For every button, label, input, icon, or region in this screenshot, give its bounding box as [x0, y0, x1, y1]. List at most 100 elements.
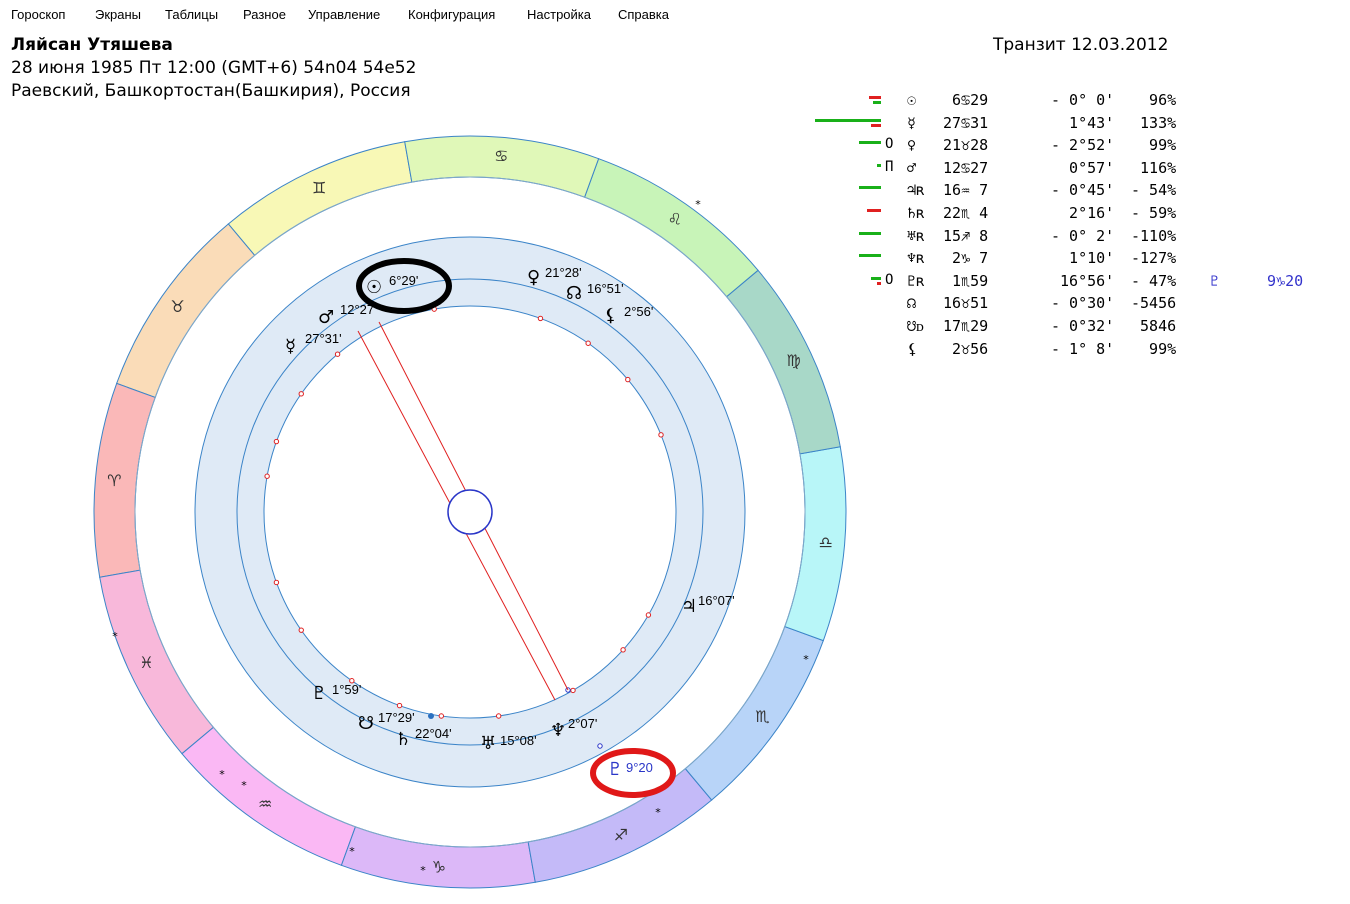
aspect-orb: - 2°52' [1051, 136, 1115, 155]
natal-planet-tick [537, 315, 544, 322]
planet-position: 12♋27 [943, 158, 989, 177]
aspect-row[interactable]: ⚸ 2♉56 - 1° 8' 99% [815, 339, 1335, 361]
zodiac-sign-label: ♊ [312, 178, 326, 197]
wheel-planet-degree: 16°51' [587, 281, 624, 296]
zodiac-sign-label: ♓ [139, 653, 153, 672]
strength-bars [815, 158, 885, 180]
wheel-planet-glyph: ♂ [318, 307, 334, 328]
planet-glyph: ♃ʀ [907, 181, 926, 200]
aspect-orb: 1°10' [1051, 249, 1115, 268]
wheel-planet-glyph: ♇ [311, 683, 327, 704]
planet-glyph: ☋ᴅ [907, 317, 924, 335]
strength-bars [815, 180, 885, 202]
wheel-planet-glyph: ♆ [550, 720, 566, 741]
wheel-planet-degree: 2°07' [568, 716, 597, 731]
aspect-row[interactable]: ☉ 6♋29 - 0° 0' 96% [815, 90, 1335, 112]
strength-bars [815, 293, 885, 315]
wheel-planet-degree: 22°04' [415, 726, 452, 741]
aspect-row[interactable]: ♆ʀ 2♑ 7 1°10' -127% [815, 248, 1335, 270]
aspect-row[interactable]: ☿ 27♋31 1°43' 133% [815, 113, 1335, 135]
red-bar [871, 123, 881, 127]
zodiac-segment [784, 446, 847, 642]
transit-tick [597, 743, 603, 749]
natal-planet-tick [438, 713, 445, 719]
natal-planet-tick [334, 351, 341, 357]
aspect-row[interactable]: Π ♂ 12♋27 0°57' 116% [815, 158, 1335, 180]
wheel-planet-degree: 21°28' [545, 265, 582, 280]
aspect-row[interactable]: ☊ 16♉51 - 0°30' -5456 [815, 293, 1335, 315]
zodiac-sign-label: ♐ [614, 826, 628, 845]
wheel-planet-degree: 15°08' [500, 733, 537, 748]
wheel-planet-degree: 2°56' [624, 304, 653, 319]
strength-bars [815, 135, 885, 157]
green-bar [873, 101, 881, 104]
strength-bars [815, 203, 885, 225]
planet-position: 16♒ 7 [943, 181, 989, 200]
planet-position: 16♉51 [943, 294, 989, 313]
natal-planet-tick [620, 647, 626, 653]
aspect-percent: 5846 [1131, 317, 1177, 335]
aspect-row[interactable]: ♅ʀ 15♐ 8 - 0° 2' -110% [815, 226, 1335, 248]
wheel-planet-glyph: ♃ [681, 596, 697, 617]
aspect-orb: - 0° 2' [1051, 226, 1115, 245]
red-bar [869, 96, 881, 99]
green-bar [859, 231, 881, 235]
aspect-orb: 2°16' [1051, 204, 1115, 222]
aspect-orb: - 0°45' [1051, 181, 1115, 200]
transit-planet-glyph: ♇ [1210, 271, 1220, 290]
aspect-row[interactable]: O ♇ʀ 1♏59 16°56' - 47% ♇ 9♑20 [815, 271, 1335, 293]
wheel-planet-glyph: ☊ [566, 283, 582, 304]
aspect-percent: - 59% [1131, 204, 1177, 222]
wheel-planet-degree: 6°29' [389, 273, 418, 288]
natal-planet-tick [625, 376, 631, 383]
planet-glyph: ♆ʀ [907, 249, 926, 268]
wheel-planet-degree: 1°59' [332, 682, 361, 697]
aspect-percent: -5456 [1131, 294, 1177, 313]
zodiac-sign-label: ♉ [170, 297, 184, 316]
zodiac-sign-label: ♒ [258, 794, 272, 813]
zodiac-sign-label: ♑ [432, 858, 446, 877]
planet-glyph: ☊ [907, 294, 917, 313]
green-bar [859, 141, 881, 145]
center-circle [447, 489, 493, 535]
aspect-row[interactable]: ☋ᴅ 17♏29 - 0°32' 5846 [815, 316, 1335, 338]
planet-position: 22♏ 4 [943, 204, 989, 222]
row-mark: O [885, 271, 894, 288]
natal-planet-tick [298, 627, 304, 633]
green-bar [859, 254, 881, 258]
wheel-planet-glyph: ☋ [358, 713, 374, 734]
natal-planet-tick [273, 579, 280, 586]
natal-planet-tick [585, 340, 591, 346]
planet-glyph: ♄ʀ [907, 204, 926, 222]
aspect-percent: 133% [1131, 113, 1177, 132]
aspect-orb: - 0° 0' [1051, 91, 1115, 109]
aspect-row[interactable]: O ♀ 21♉28 - 2°52' 99% [815, 135, 1335, 157]
green-bar [871, 276, 881, 280]
row-mark: O [885, 136, 894, 153]
aspect-percent: 99% [1131, 339, 1177, 358]
wheel-planet-glyph: ♄ [395, 729, 411, 750]
zodiac-sign-label: ♈ [107, 471, 121, 490]
aspect-star: * [219, 768, 225, 781]
strength-bars [815, 113, 885, 135]
strength-bars [815, 248, 885, 270]
green-bar [815, 118, 881, 122]
planet-position: 17♏29 [943, 317, 989, 335]
planet-glyph: ☉ [907, 91, 917, 109]
planet-glyph: ♇ʀ [907, 271, 926, 290]
natal-planet-tick [658, 432, 664, 438]
zodiac-segment [227, 141, 413, 257]
natal-planet-tick [570, 687, 576, 694]
natal-planet-tick [298, 391, 304, 397]
aspect-row[interactable]: ♄ʀ 22♏ 4 2°16' - 59% [815, 203, 1335, 225]
red-bar [877, 281, 881, 285]
wheel-planet-glyph: ♀ [527, 267, 540, 288]
aspect-orb: - 0°32' [1051, 317, 1115, 335]
wheel-planet-glyph: ♇ [607, 759, 623, 780]
aspect-star: * [349, 845, 355, 858]
zodiac-segment [99, 569, 215, 755]
strength-bars [815, 226, 885, 248]
aspect-percent: 96% [1131, 91, 1177, 109]
aspect-row[interactable]: ♃ʀ 16♒ 7 - 0°45' - 54% [815, 180, 1335, 202]
planet-glyph: ♅ʀ [907, 226, 926, 245]
